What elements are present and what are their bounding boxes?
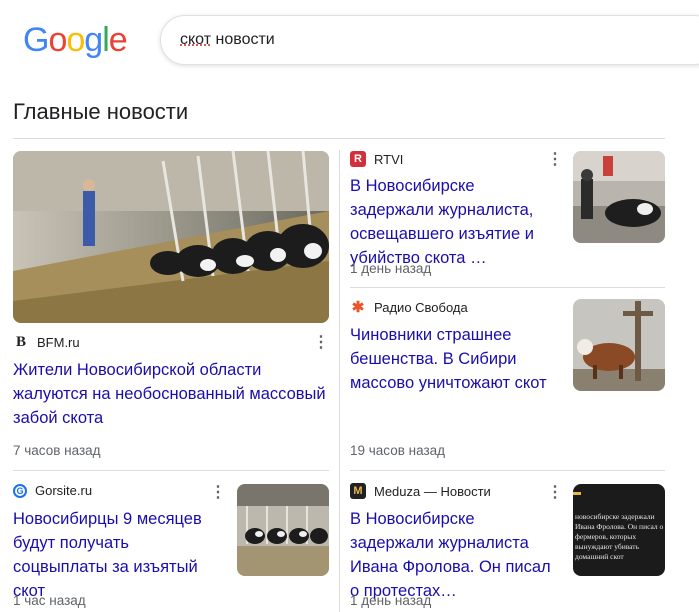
article-source[interactable]: G Gorsite.ru [13,483,92,498]
logo-letter: g [84,21,103,59]
article-thumbnail[interactable] [573,151,665,243]
barn-thumbnail [237,484,329,576]
article-source[interactable]: B BFM.ru [13,334,80,350]
thumbnail-text: новосибирске задержали Ивана Фролова. Он… [575,512,664,561]
search-box[interactable]: скот новости [160,15,699,65]
bfm-icon: B [15,333,26,350]
source-name: BFM.ru [37,334,80,350]
article-headline[interactable]: Чиновники страшнее бешенства. В Сибири м… [350,323,562,395]
google-logo[interactable]: Google [23,21,128,59]
rtvi-icon: R [350,151,366,167]
source-name: Gorsite.ru [35,483,93,498]
article-headline[interactable]: Новосибирцы 9 месяцев будут получать соц… [13,507,225,603]
cow-thumbnail [573,151,665,243]
source-name: Радио Свобода [374,299,468,315]
article-time: 1 час назад [13,593,86,608]
article-headline[interactable]: В Новосибирске задержали журналиста, осв… [350,174,562,270]
more-options-icon[interactable]: ⋮ [547,484,563,502]
row-divider [13,470,329,471]
logo-letter: e [108,21,128,59]
article-thumbnail[interactable]: новосибирске задержали Ивана Фролова. Он… [573,484,665,576]
article-time: 7 часов назад [13,443,101,458]
article-time: 19 часов назад [350,443,446,458]
meduza-icon: M [350,483,366,499]
article-thumbnail[interactable] [573,299,665,391]
meduza-accent [573,492,581,495]
source-name: Meduza — Новости [374,483,491,499]
more-options-icon[interactable]: ⋮ [313,334,329,352]
section-title: Главные новости [13,99,189,124]
logo-letter: G [23,21,49,59]
more-options-icon[interactable]: ⋮ [210,484,226,502]
article-image[interactable] [13,151,329,323]
radio-svoboda-icon: ✱ [351,299,365,316]
article-source[interactable]: M Meduza — Новости [350,483,491,499]
search-input[interactable]: скот новости [180,31,660,49]
search-misspelled-word: скот [180,31,212,48]
gorsite-icon: G [13,483,27,498]
column-divider [339,150,340,612]
cow-cross-thumbnail [573,299,665,391]
article-headline[interactable]: В Новосибирске задержали журналиста Иван… [350,507,562,603]
cow-barn-photo [13,151,329,323]
article-source[interactable]: R RTVI [350,151,403,167]
article-source[interactable]: ✱ Радио Свобода [350,299,468,316]
more-options-icon[interactable]: ⋮ [547,151,563,169]
logo-letter: o [48,21,67,59]
article-time: 1 день назад [350,593,432,608]
section-divider [13,138,665,139]
article-time: 1 день назад [350,261,432,276]
row-divider [350,287,665,288]
source-name: RTVI [374,151,404,167]
logo-letter: o [66,21,85,59]
row-divider [350,470,665,471]
article-thumbnail[interactable] [237,484,329,576]
search-rest-text: новости [211,31,275,48]
article-headline[interactable]: Жители Новосибирской области жалуются на… [13,358,329,430]
